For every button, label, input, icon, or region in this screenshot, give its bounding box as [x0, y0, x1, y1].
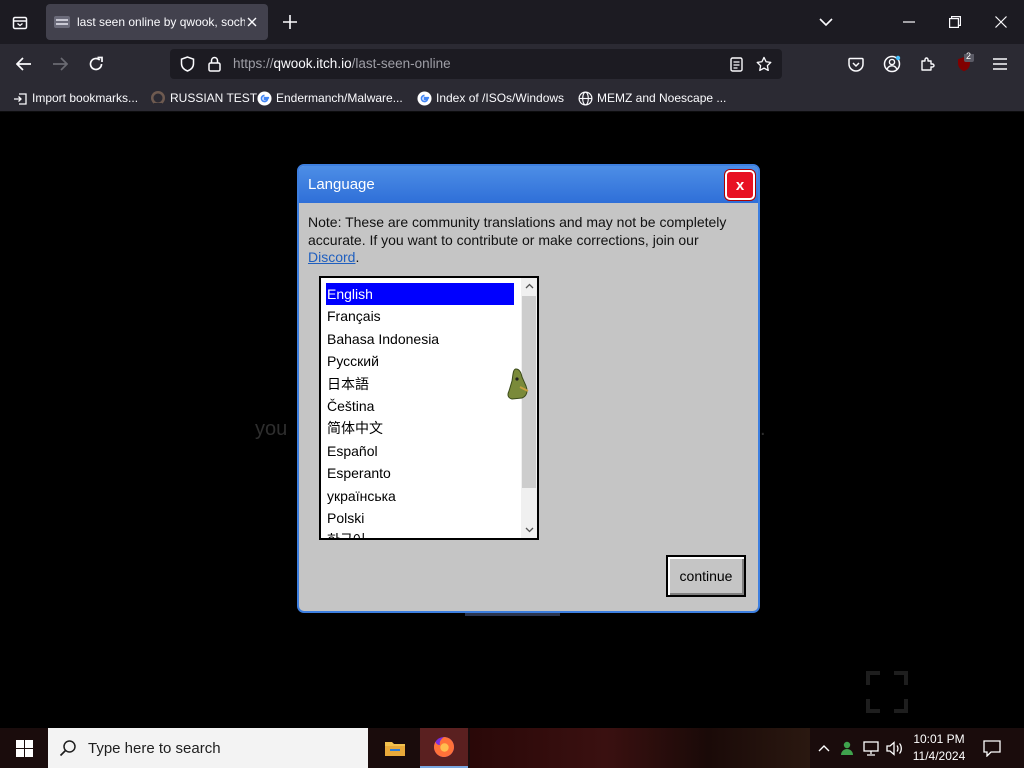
- close-tab-icon[interactable]: [244, 14, 260, 30]
- taskbar-wallpaper-strip: [470, 728, 810, 768]
- language-option[interactable]: Polski: [326, 507, 514, 529]
- account-icon[interactable]: [880, 52, 904, 76]
- tab-active[interactable]: last seen online by qwook, sochi: [46, 4, 268, 40]
- bookmark-item[interactable]: Endermanch/Malware...: [256, 90, 403, 106]
- taskbar-search-box[interactable]: Type here to search: [48, 728, 368, 768]
- background-text: .: [760, 418, 766, 440]
- tab-title: last seen online by qwook, sochi: [77, 15, 245, 29]
- url-path: /last-seen-online: [351, 56, 451, 71]
- url-text: https://qwook.itch.io/last-seen-online: [233, 56, 451, 71]
- taskbar-clock[interactable]: 10:01 PM 11/4/2024: [904, 731, 974, 765]
- globe-icon: [577, 90, 593, 106]
- extension-badge: 2: [966, 51, 972, 61]
- clock-date: 11/4/2024: [912, 749, 966, 763]
- network-icon[interactable]: [861, 738, 881, 758]
- bookmark-label: Import bookmarks...: [32, 91, 139, 105]
- bookmarks-toolbar: Import bookmarks... RUSSIAN TEST Enderma…: [0, 84, 1024, 112]
- background-text: you: [255, 418, 288, 440]
- bookmark-label: RUSSIAN TEST: [170, 91, 258, 105]
- google-icon: [256, 90, 272, 106]
- reader-view-icon[interactable]: [728, 56, 744, 72]
- language-option[interactable]: 日本語: [326, 373, 514, 395]
- language-option[interactable]: Esperanto: [326, 462, 514, 484]
- close-window-icon[interactable]: [991, 12, 1011, 32]
- chevron-down-icon[interactable]: [816, 12, 836, 32]
- back-arrow-icon[interactable]: [12, 52, 36, 76]
- extensions-icon[interactable]: [916, 52, 940, 76]
- windows-taskbar: Type here to search 10:01 PM 11/4/2024: [0, 728, 1024, 768]
- ublock-icon[interactable]: 2: [952, 51, 976, 76]
- language-option[interactable]: українська: [326, 485, 514, 507]
- language-option[interactable]: 简体中文: [326, 417, 514, 439]
- url-scheme: https://: [233, 56, 274, 71]
- dialog-titlebar: Language x: [299, 166, 758, 203]
- chevron-up-icon[interactable]: [814, 738, 834, 758]
- scroll-down-icon[interactable]: [521, 522, 537, 538]
- fullscreen-icon[interactable]: [866, 671, 908, 713]
- language-option[interactable]: Čeština: [326, 395, 514, 417]
- itch-favicon-icon: [54, 16, 70, 28]
- listbox-scrollbar[interactable]: [521, 278, 537, 538]
- address-bar[interactable]: https://qwook.itch.io/last-seen-online: [170, 49, 782, 79]
- scroll-up-icon[interactable]: [521, 278, 537, 294]
- url-host: qwook.itch.io: [273, 56, 352, 71]
- bookmark-label: Index of /ISOs/Windows: [436, 91, 565, 105]
- file-explorer-icon[interactable]: [371, 728, 419, 768]
- bookmark-item[interactable]: Import bookmarks...: [12, 90, 138, 106]
- pocket-icon[interactable]: [844, 52, 868, 76]
- browser-tab-bar: last seen online by qwook, sochi: [0, 0, 1024, 44]
- clock-time: 10:01 PM: [913, 732, 965, 746]
- dialog-title: Language: [308, 176, 375, 193]
- page-content: you . Language x Note: These are communi…: [0, 113, 1024, 728]
- bookmark-item[interactable]: RUSSIAN TEST: [150, 90, 257, 106]
- bookmark-item[interactable]: Index of /ISOs/Windows: [416, 90, 564, 106]
- list-all-tabs-icon[interactable]: [8, 10, 32, 34]
- dialog-note: Note: These are community translations a…: [308, 214, 748, 267]
- screen: last seen online by qwook, sochi https:/…: [0, 0, 1024, 768]
- language-option[interactable]: Español: [326, 440, 514, 462]
- shield-icon[interactable]: [179, 56, 195, 72]
- hamburger-menu-icon[interactable]: [988, 52, 1012, 76]
- bookmark-star-icon[interactable]: [756, 56, 772, 72]
- language-option[interactable]: Русский: [326, 350, 514, 372]
- discord-link[interactable]: Discord: [308, 249, 355, 265]
- bookmark-item[interactable]: MEMZ and Noescape ...: [577, 90, 726, 106]
- lock-icon[interactable]: [206, 56, 222, 72]
- new-tab-icon[interactable]: [280, 12, 300, 32]
- import-icon: [12, 90, 28, 106]
- search-placeholder: Type here to search: [88, 739, 221, 757]
- volume-icon[interactable]: [884, 738, 904, 758]
- language-option-selected[interactable]: English: [326, 283, 514, 306]
- windows-start-icon[interactable]: [0, 728, 48, 768]
- notification-center-icon[interactable]: [980, 736, 1004, 760]
- bookmark-label: MEMZ and Noescape ...: [597, 91, 727, 105]
- search-icon: [48, 728, 88, 768]
- github-icon: [150, 90, 166, 106]
- restore-icon[interactable]: [945, 12, 965, 32]
- bookmark-label: Endermanch/Malware...: [276, 91, 403, 105]
- browser-nav-bar: https://qwook.itch.io/last-seen-online 2: [0, 44, 1024, 84]
- reload-icon[interactable]: [84, 52, 108, 76]
- forward-arrow-icon[interactable]: [48, 52, 72, 76]
- minimize-icon[interactable]: [899, 12, 919, 32]
- note-end: .: [355, 249, 360, 265]
- language-option[interactable]: Français: [326, 305, 514, 327]
- close-button[interactable]: x: [725, 170, 755, 200]
- continue-button[interactable]: continue: [666, 555, 746, 597]
- language-list: English Français Bahasa Indonesia Русски…: [326, 283, 514, 538]
- background-bar: [465, 613, 560, 616]
- google-icon: [416, 90, 432, 106]
- user-tray-icon[interactable]: [837, 738, 857, 758]
- firefox-taskbar-icon[interactable]: [420, 728, 468, 768]
- note-text: Note: These are community translations a…: [308, 214, 727, 248]
- language-option[interactable]: Bahasa Indonesia: [326, 328, 514, 350]
- language-option[interactable]: 한국어: [326, 529, 514, 538]
- language-dialog: Language x Note: These are community tra…: [297, 164, 760, 613]
- language-listbox[interactable]: English Français Bahasa Indonesia Русски…: [319, 276, 539, 540]
- mascot-icon: [506, 367, 534, 403]
